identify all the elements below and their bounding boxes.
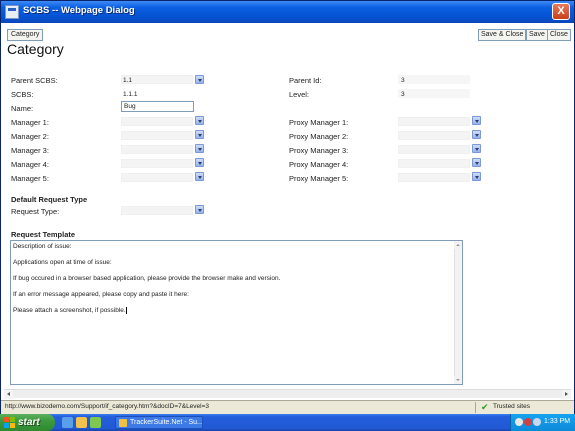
checkmark-icon: ✔ [481, 402, 489, 412]
windows-logo-icon [4, 417, 15, 428]
default-request-type-heading: Default Request Type [11, 195, 88, 204]
scroll-down-arrow-icon[interactable] [454, 376, 462, 384]
save-and-close-button[interactable]: Save & Close [478, 29, 527, 41]
manager-1-select[interactable] [121, 117, 193, 126]
proxy-manager-5-select[interactable] [398, 173, 470, 182]
template-line: Description of issue: [13, 243, 72, 250]
proxy-manager-3-select[interactable] [398, 145, 470, 154]
clock: 1:33 PM [544, 418, 571, 425]
toolbar: Category Save & Close Save Close [4, 29, 571, 41]
manager-3-label: Manager 3: [11, 146, 49, 155]
manager-5-dropdown-icon[interactable] [195, 172, 204, 181]
taskbar-item-trackersuite[interactable]: TrackerSuite.Net - Su... [115, 416, 203, 429]
proxy-manager-5-dropdown-icon[interactable] [472, 172, 481, 181]
request-type-dropdown-icon[interactable] [195, 205, 204, 214]
horizontal-scrollbar[interactable] [4, 389, 571, 399]
level-field [398, 89, 470, 98]
manager-1-label: Manager 1: [11, 118, 49, 127]
template-line: If an error message appeared, please cop… [13, 291, 189, 298]
manager-2-dropdown-icon[interactable] [195, 130, 204, 139]
manager-4-dropdown-icon[interactable] [195, 158, 204, 167]
manager-1-dropdown-icon[interactable] [195, 116, 204, 125]
title-bar[interactable]: SCBS -- Webpage Dialog X [1, 1, 574, 23]
window-icon [119, 419, 127, 427]
proxy-manager-1-dropdown-icon[interactable] [472, 116, 481, 125]
level-label: Level: [289, 90, 310, 99]
proxy-manager-4-dropdown-icon[interactable] [472, 158, 481, 167]
request-template-heading: Request Template [11, 230, 76, 239]
manager-5-label: Manager 5: [11, 174, 49, 183]
start-button[interactable]: start [0, 414, 55, 431]
text-caret [125, 307, 127, 314]
network-icon[interactable] [515, 418, 523, 426]
status-divider [475, 402, 476, 413]
parent-id-label: Parent Id: [289, 76, 322, 85]
desktop-quicklaunch-icon[interactable] [90, 417, 101, 428]
request-template-textarea[interactable]: Description of issue: Applications open … [10, 240, 463, 385]
tab-category[interactable]: Category [7, 29, 44, 41]
proxy-manager-1-label: Proxy Manager 1: [289, 118, 349, 127]
level-value: 3 [401, 91, 405, 98]
proxy-manager-4-select[interactable] [398, 159, 470, 168]
window-title: SCBS -- Webpage Dialog [23, 5, 135, 16]
proxy-manager-4-label: Proxy Manager 4: [289, 160, 349, 169]
proxy-manager-5-label: Proxy Manager 5: [289, 174, 349, 183]
request-type-select[interactable] [121, 206, 193, 215]
security-zone: Trusted sites [493, 403, 530, 410]
system-tray: 1:33 PM [510, 414, 575, 431]
scroll-up-arrow-icon[interactable] [454, 241, 462, 249]
volume-icon[interactable] [533, 418, 541, 426]
template-line: If bug occured in a browser based applic… [13, 275, 281, 282]
proxy-manager-3-label: Proxy Manager 3: [289, 146, 349, 155]
scroll-right-arrow-icon[interactable] [562, 390, 571, 399]
manager-4-select[interactable] [121, 159, 193, 168]
status-url: http://www.bizodemo.com/Support/if_categ… [5, 403, 210, 410]
scbs-label: SCBS: [11, 90, 34, 99]
dialog-window: SCBS -- Webpage Dialog X Category Save &… [0, 0, 575, 431]
manager-3-dropdown-icon[interactable] [195, 144, 204, 153]
proxy-manager-2-dropdown-icon[interactable] [472, 130, 481, 139]
manager-2-select[interactable] [121, 131, 193, 140]
app-icon [5, 5, 19, 19]
parent-scbs-value: 1.1 [123, 77, 133, 84]
start-label: start [18, 417, 40, 428]
proxy-manager-3-dropdown-icon[interactable] [472, 144, 481, 153]
parent-id-value: 3 [401, 77, 405, 84]
name-label: Name: [11, 104, 34, 113]
manager-3-select[interactable] [121, 145, 193, 154]
ie-quicklaunch-icon[interactable] [62, 417, 73, 428]
taskbar: start TrackerSuite.Net - Su... 1:33 PM [0, 414, 575, 431]
folder-quicklaunch-icon[interactable] [76, 417, 87, 428]
scroll-left-arrow-icon[interactable] [4, 390, 13, 399]
parent-scbs-label: Parent SCBS: [11, 76, 58, 85]
close-button[interactable]: Close [547, 29, 571, 41]
parent-scbs-dropdown-icon[interactable] [195, 75, 204, 84]
request-type-label: Request Type: [11, 207, 60, 216]
template-line: Please attach a screenshot, if possible. [13, 307, 126, 315]
save-button[interactable]: Save [526, 29, 548, 41]
scbs-value: 1.1.1 [123, 91, 138, 98]
name-input[interactable]: Bug [121, 101, 194, 112]
template-line-last: Please attach a screenshot, if possible. [13, 307, 127, 314]
manager-2-label: Manager 2: [11, 132, 49, 141]
manager-5-select[interactable] [121, 173, 193, 182]
window-close-button[interactable]: X [552, 3, 570, 20]
template-line: Applications open at time of issue: [13, 259, 112, 266]
status-bar: http://www.bizodemo.com/Support/if_categ… [1, 400, 574, 414]
textarea-scrollbar[interactable] [454, 241, 462, 384]
parent-id-field [398, 75, 470, 84]
proxy-manager-1-select[interactable] [398, 117, 470, 126]
proxy-manager-2-label: Proxy Manager 2: [289, 132, 349, 141]
proxy-manager-2-select[interactable] [398, 131, 470, 140]
security-alert-icon[interactable] [524, 418, 532, 426]
manager-4-label: Manager 4: [11, 160, 49, 169]
page-title: Category [7, 41, 64, 57]
task-label: TrackerSuite.Net - Su... [130, 419, 203, 426]
